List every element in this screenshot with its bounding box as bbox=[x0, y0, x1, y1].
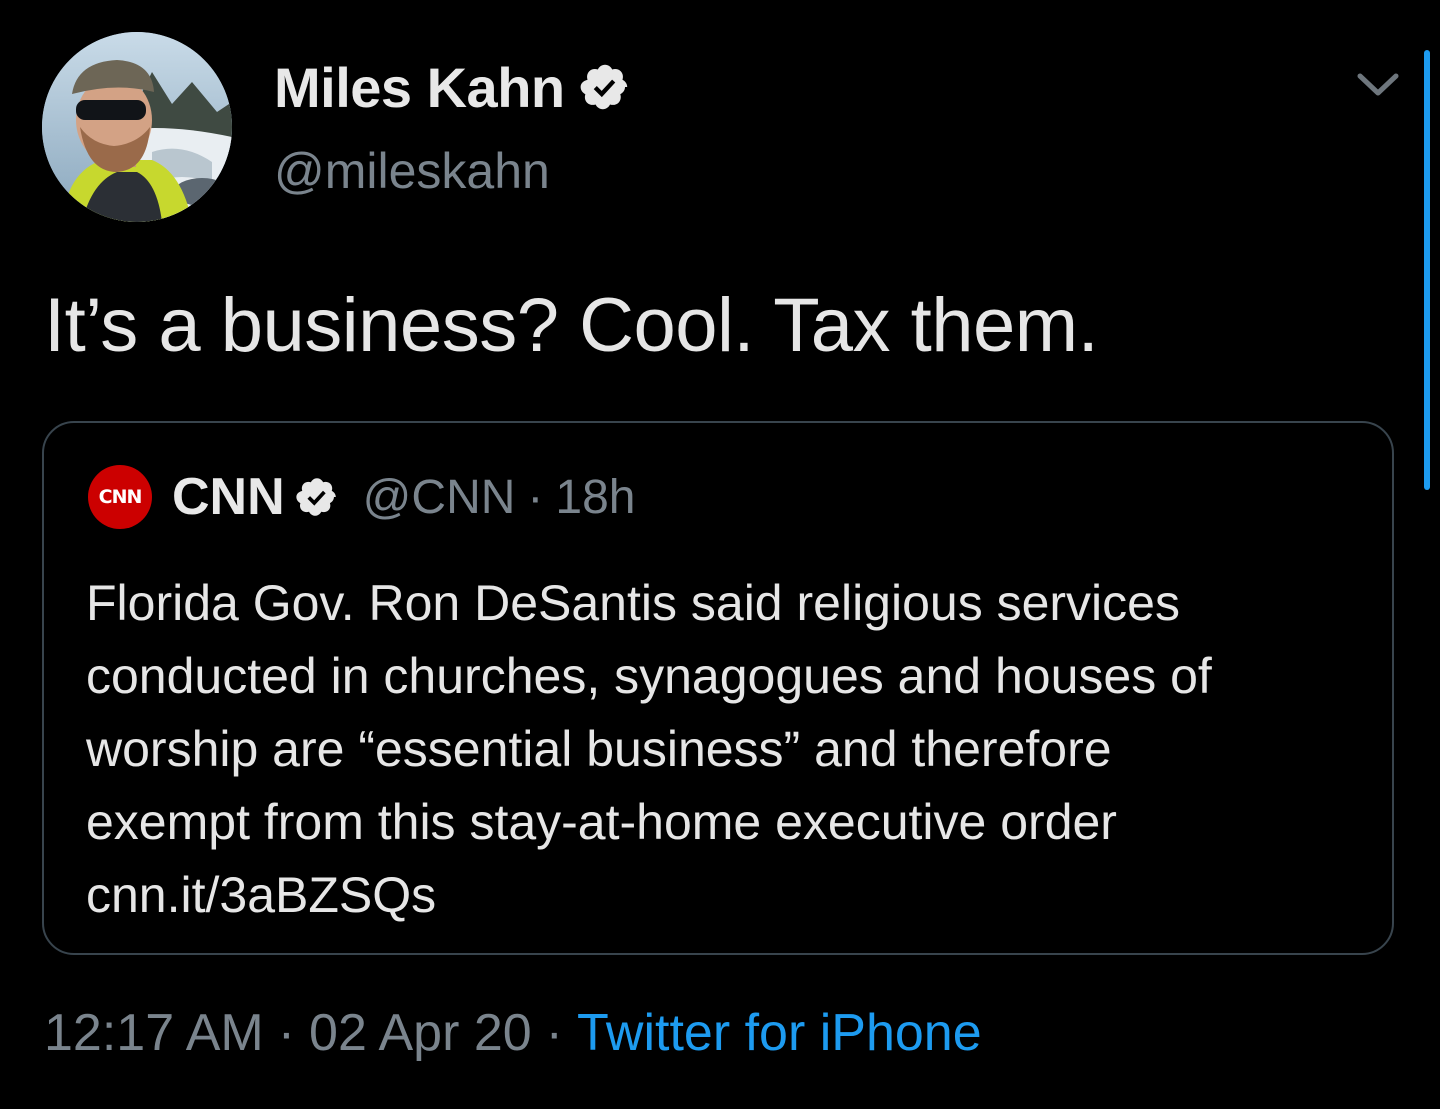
quoted-body-link[interactable]: cnn.it/3aBZSQs bbox=[86, 859, 1376, 932]
tweet-date[interactable]: 02 Apr 20 bbox=[309, 1003, 532, 1063]
tweet-source-link[interactable]: Twitter for iPhone bbox=[577, 1003, 982, 1063]
chevron-down-icon bbox=[1357, 73, 1399, 96]
scrollbar[interactable] bbox=[1424, 50, 1430, 490]
quoted-tweet-body: Florida Gov. Ron DeSantis said religious… bbox=[86, 567, 1376, 932]
meta-separator: · bbox=[277, 1004, 296, 1062]
tweet-text: It’s a business? Cool. Tax them. bbox=[44, 283, 1099, 368]
quoted-body-line: worship are “essential business” and the… bbox=[86, 721, 1112, 777]
quoted-author-name[interactable]: CNN bbox=[172, 467, 285, 527]
tweet-menu-button[interactable] bbox=[1350, 62, 1406, 106]
avatar-photo bbox=[42, 32, 232, 222]
quoted-author-handle[interactable]: @CNN bbox=[363, 470, 516, 525]
cnn-logo-text: CNN bbox=[98, 486, 143, 508]
author-name-row[interactable]: Miles Kahn bbox=[274, 52, 631, 122]
author-name[interactable]: Miles Kahn bbox=[274, 55, 565, 120]
quoted-body-line: conducted in churches, synagogues and ho… bbox=[86, 648, 1212, 704]
meta-separator: · bbox=[545, 1004, 563, 1062]
tweet-meta: 12:17 AM · 02 Apr 20 · Twitter for iPhon… bbox=[44, 1000, 982, 1066]
quoted-body-line: Florida Gov. Ron DeSantis said religious… bbox=[86, 575, 1180, 631]
quoted-tweet-header: CNN CNN @CNN · 18h bbox=[88, 465, 635, 529]
cnn-logo[interactable]: CNN bbox=[88, 465, 152, 529]
quoted-separator: · bbox=[527, 470, 544, 524]
verified-badge-icon bbox=[579, 61, 631, 113]
quoted-body-line: exempt from this stay-at-home executive … bbox=[86, 794, 1117, 850]
tweet-time[interactable]: 12:17 AM bbox=[44, 1003, 264, 1063]
author-handle[interactable]: @mileskahn bbox=[274, 142, 550, 200]
quoted-tweet-card[interactable]: CNN CNN @CNN · 18h Florida Gov. Ron DeSa… bbox=[42, 421, 1394, 955]
verified-badge-icon bbox=[295, 475, 339, 519]
author-avatar[interactable] bbox=[42, 32, 232, 222]
quoted-timestamp[interactable]: 18h bbox=[555, 470, 635, 525]
